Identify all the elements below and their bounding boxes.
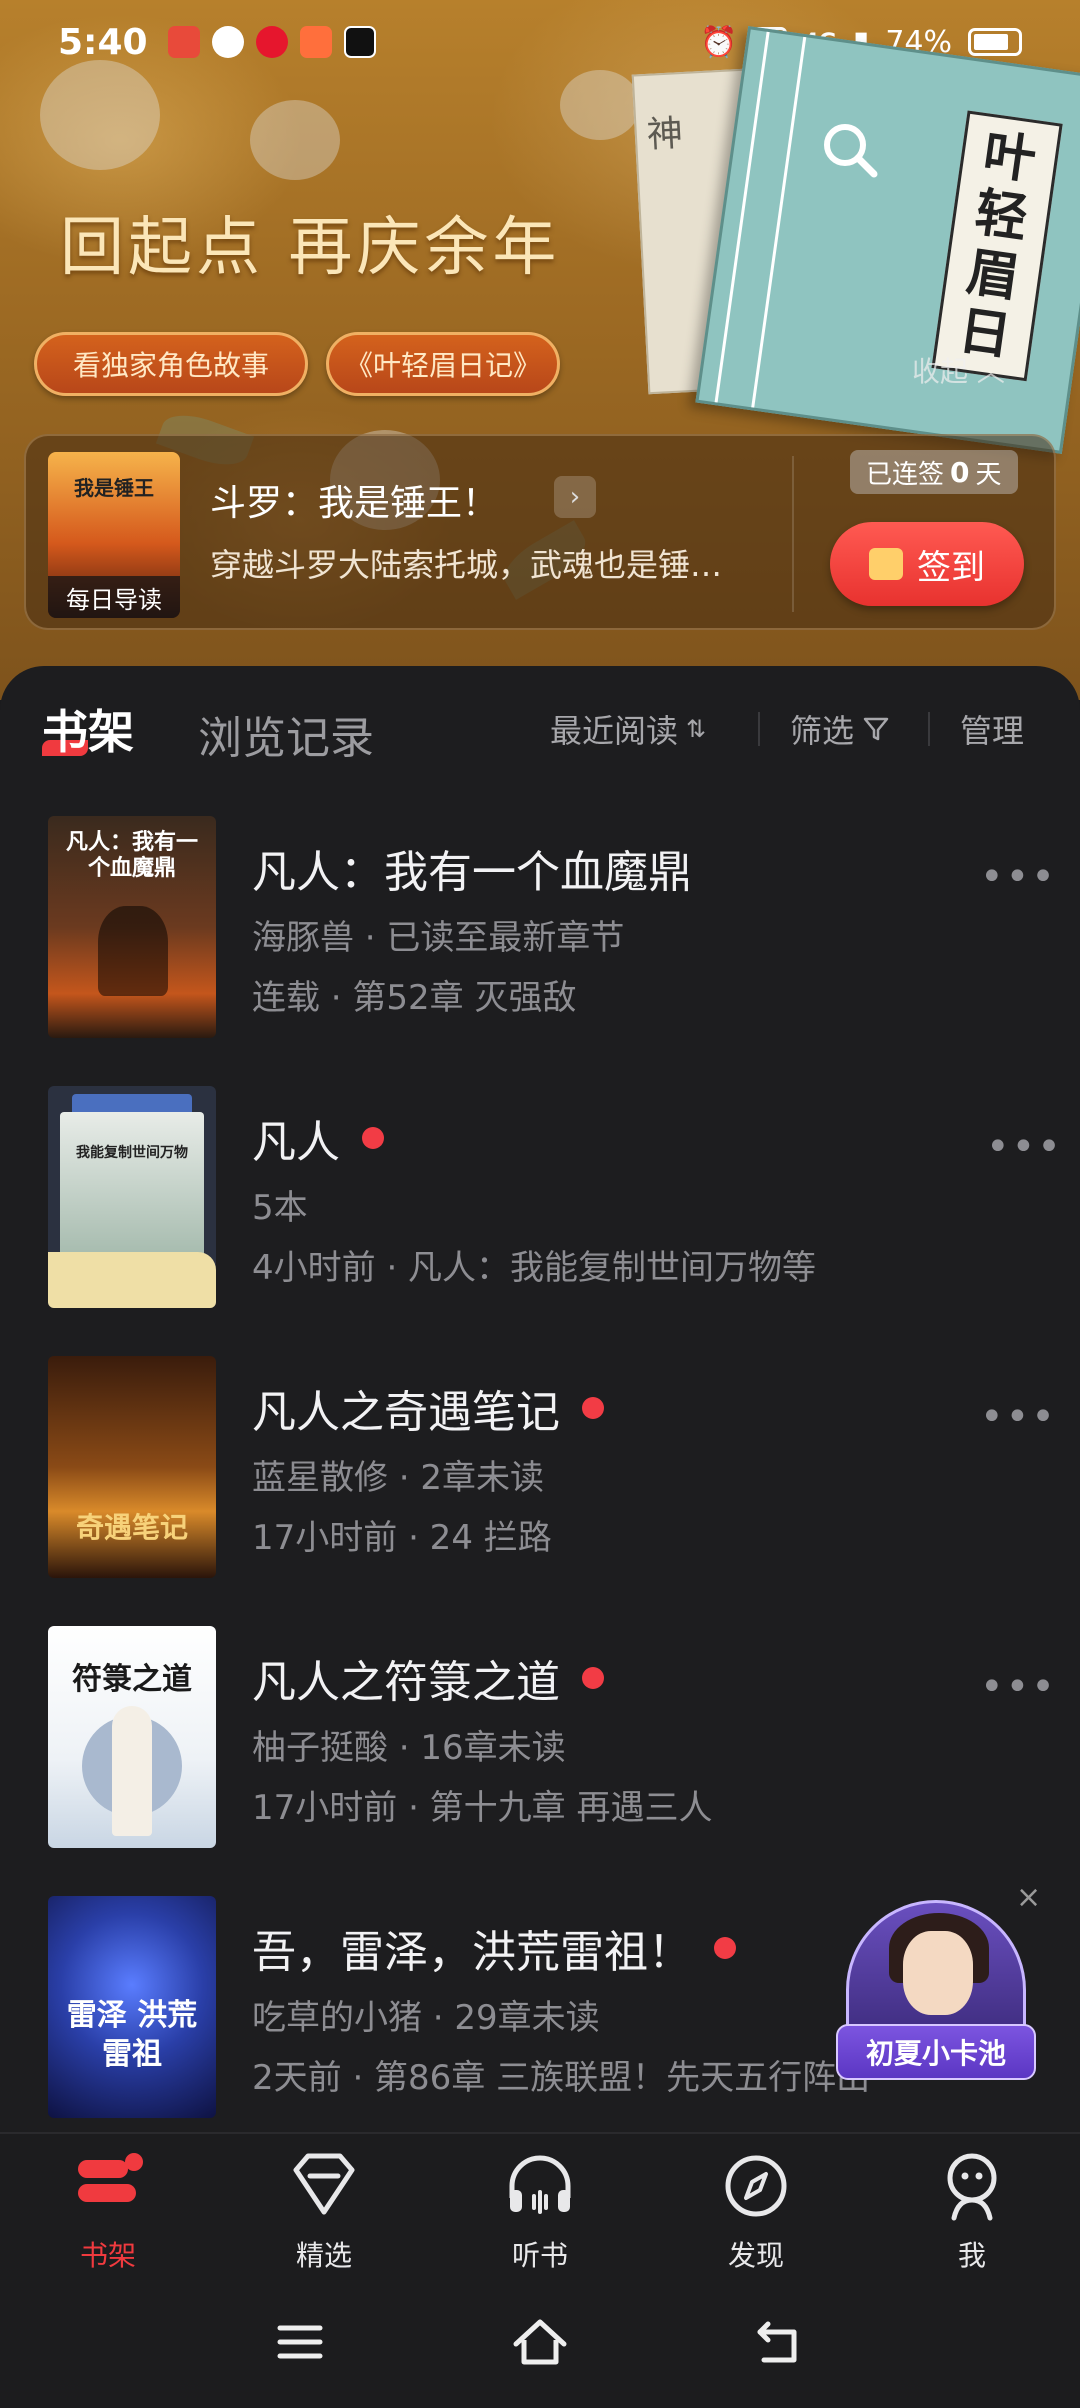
bookshelf-item[interactable]: 符箓之道 凡人之符箓之道 柚子挺酸 · 16章未读 17小时前 · 第十九章 再… xyxy=(0,1626,1080,1896)
group-count: 5本 xyxy=(252,1188,308,1228)
sign-in-button[interactable]: 签到 xyxy=(830,522,1024,606)
diary-book-cover: 叶 轻 眉 日 xyxy=(695,26,1080,454)
system-navigation-bar xyxy=(0,2282,1080,2408)
daily-guide-card[interactable]: 我是锤王 每日导读 斗罗：我是锤王！ › 穿越斗罗大陆索托城，武魂也是锤… 已连… xyxy=(24,434,1056,630)
book-latest-chapter: 17小时前 · 24 拦路 xyxy=(252,1518,552,1558)
tiktok-icon xyxy=(343,26,376,58)
character-story-pill[interactable]: 看独家角色故事 xyxy=(34,332,308,396)
bottom-navigation: 书架 精选 听书 发现 我 xyxy=(0,2132,1080,2282)
cover-figure xyxy=(112,1706,152,1836)
book-title: 吾，雷泽，洪荒雷祖！ xyxy=(252,1916,736,1980)
nav-featured[interactable]: 精选 xyxy=(254,2148,394,2274)
daily-guide-title[interactable]: 斗罗：我是锤王！ xyxy=(210,474,498,526)
menu-icon[interactable] xyxy=(268,2310,332,2374)
book-cover[interactable]: 符箓之道 xyxy=(48,1626,216,1848)
profile-icon xyxy=(947,2153,997,2221)
divider xyxy=(928,712,930,746)
more-options-icon[interactable]: ••• xyxy=(980,1394,1057,1440)
diary-pill[interactable]: 《叶轻眉日记》 xyxy=(326,332,560,396)
book-latest-chapter: 连载 · 第52章 灭强敌 xyxy=(252,978,577,1018)
group-summary: 4小时前 · 凡人：我能复制世间万物等 xyxy=(252,1248,817,1288)
weibo-icon xyxy=(255,26,288,58)
search-icon[interactable] xyxy=(818,118,882,182)
book-group-cover[interactable]: 我能复制世间万物 xyxy=(48,1086,216,1308)
bookshelf-item[interactable]: 奇遇笔记 凡人之奇遇笔记 蓝星散修 · 2章未读 17小时前 · 24 拦路 •… xyxy=(0,1356,1080,1626)
unread-dot xyxy=(582,1397,604,1419)
daily-guide-description: 穿越斗罗大陆索托城，武魂也是锤… xyxy=(210,546,723,584)
daily-guide-cover[interactable]: 我是锤王 每日导读 xyxy=(48,452,180,618)
nav-discover[interactable]: 发现 xyxy=(686,2148,826,2274)
status-time: 5:40 xyxy=(58,21,148,63)
more-options-icon[interactable]: ••• xyxy=(980,1664,1057,1710)
card-pool-label: 初夏小卡池 xyxy=(836,2024,1036,2080)
wechat-icon xyxy=(211,26,244,58)
banner-slogan: 回起点 再庆余年 xyxy=(60,211,561,285)
compass-icon xyxy=(725,2155,787,2217)
divider xyxy=(792,456,794,612)
home-icon[interactable] xyxy=(508,2310,572,2374)
top-banner[interactable]: 5:40 ⏰ HD 4G ▮ 74% 回起点 再庆余年 看独家角色故事 《叶轻眉… xyxy=(0,0,1080,700)
qidian-app-icon xyxy=(167,26,200,58)
unread-dot xyxy=(582,1667,604,1689)
book-author-progress: 海豚兽 · 已读至最新章节 xyxy=(252,918,625,958)
book-cover[interactable]: 雷泽 洪荒雷祖 xyxy=(48,1896,216,2118)
card-pool-floating-widget[interactable]: 初夏小卡池 xyxy=(836,1900,1036,2090)
nav-audiobook[interactable]: 听书 xyxy=(470,2148,610,2274)
cover-figure xyxy=(98,906,168,996)
back-icon[interactable] xyxy=(748,2310,812,2374)
bookshelf-group-item[interactable]: 我能复制世间万物 凡人 5本 4小时前 · 凡人：我能复制世间万物等 ••• xyxy=(0,1086,1080,1356)
book-author-progress: 蓝星散修 · 2章未读 xyxy=(252,1458,545,1498)
gift-icon xyxy=(869,548,903,580)
manage-button[interactable]: 管理 xyxy=(960,706,1024,752)
more-options-icon[interactable]: ••• xyxy=(980,854,1057,900)
daily-guide-badge: 每日导读 xyxy=(48,576,180,618)
nav-bookshelf[interactable]: 书架 xyxy=(38,2148,178,2274)
chevron-right-icon[interactable]: › xyxy=(554,476,596,518)
filter-icon xyxy=(863,717,889,741)
headphones-icon xyxy=(509,2155,571,2214)
book-latest-chapter: 2天前 · 第86章 三族联盟！先天五行阵出 xyxy=(252,2058,871,2098)
diamond-icon xyxy=(293,2153,355,2215)
decor-flower xyxy=(250,100,340,180)
book-title-strip: 叶 轻 眉 日 xyxy=(931,110,1063,382)
app-notification-icon xyxy=(299,26,332,58)
book-author-progress: 吃草的小猪 · 29章未读 xyxy=(252,1998,600,2038)
tab-bookshelf[interactable]: 书架 xyxy=(42,696,134,762)
sort-icon: ⇅ xyxy=(686,715,707,743)
banner-book-art: 神 叶 轻 眉 日 xyxy=(631,20,1080,454)
book-title: 凡人之符箓之道 xyxy=(252,1646,604,1710)
stacked-cover: 我能复制世间万物 xyxy=(60,1112,204,1272)
tab-browse-history[interactable]: 浏览记录 xyxy=(198,702,374,766)
unread-dot xyxy=(362,1127,384,1149)
nav-me[interactable]: 我 xyxy=(902,2148,1042,2274)
more-options-icon[interactable]: ••• xyxy=(986,1124,1063,1170)
book-cover[interactable]: 凡人：我有一个血魔鼎 xyxy=(48,816,216,1038)
folder-tab xyxy=(48,1252,216,1308)
divider xyxy=(758,712,760,746)
book-cover[interactable]: 奇遇笔记 xyxy=(48,1356,216,1578)
book-title: 凡人 xyxy=(252,1106,384,1170)
sign-in-streak-badge: 已连签 0 天 xyxy=(850,450,1018,494)
book-latest-chapter: 17小时前 · 第十九章 再遇三人 xyxy=(252,1788,713,1828)
unread-dot xyxy=(714,1937,736,1959)
shelf-tabs: 书架 浏览记录 最近阅读 ⇅ 筛选 管理 xyxy=(0,666,1080,796)
book-title: 凡人：我有一个血魔鼎 xyxy=(252,847,692,898)
book-author-progress: 柚子挺酸 · 16章未读 xyxy=(252,1728,566,1768)
filter-button[interactable]: 筛选 xyxy=(790,706,890,752)
collapse-banner-button[interactable]: 收起 ︿ xyxy=(912,350,1005,390)
book-title: 凡人之奇遇笔记 xyxy=(252,1376,604,1440)
bookshelf-icon xyxy=(78,2153,143,2202)
sort-button[interactable]: 最近阅读 ⇅ xyxy=(550,706,706,752)
bookshelf-item[interactable]: 凡人：我有一个血魔鼎 凡人：我有一个血魔鼎 海豚兽 · 已读至最新章节 连载 ·… xyxy=(0,816,1080,1086)
